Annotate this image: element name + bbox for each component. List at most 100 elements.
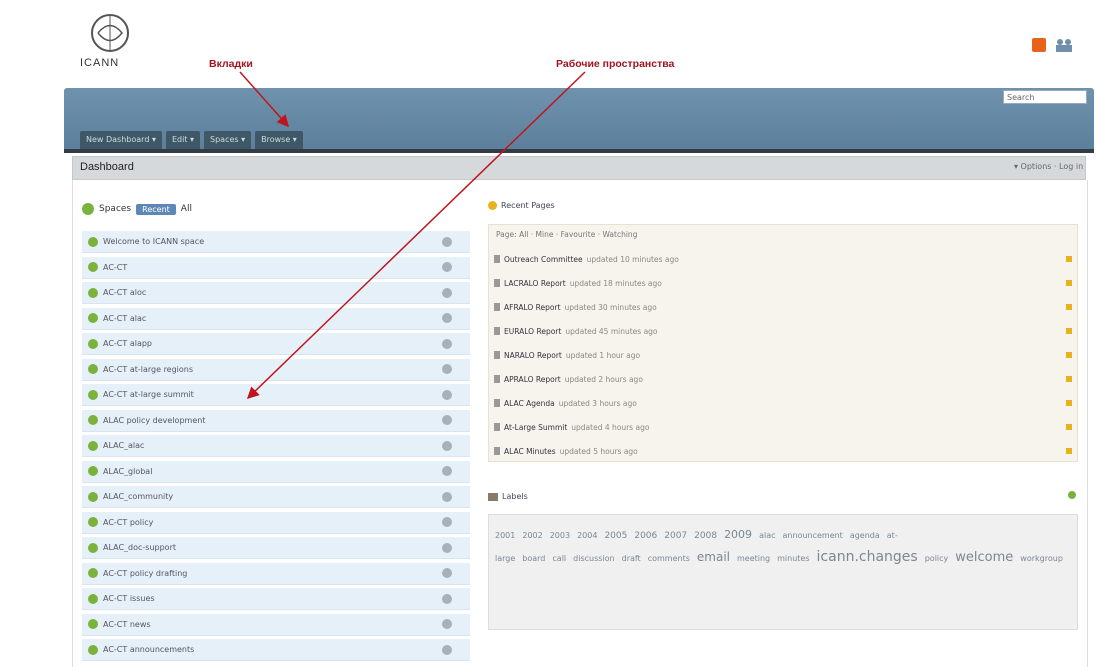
- label-tag[interactable]: meeting: [737, 554, 770, 563]
- space-row[interactable]: ALAC_alac: [82, 435, 470, 457]
- page-edit-icon[interactable]: [1066, 328, 1072, 334]
- page-row[interactable]: At-Large Summit updated 4 hours ago: [494, 416, 1072, 438]
- page-title[interactable]: APRALO Report: [504, 375, 561, 384]
- page-edit-icon[interactable]: [1066, 400, 1072, 406]
- page-row[interactable]: ALAC Minutes updated 5 hours ago: [494, 440, 1072, 462]
- label-tag[interactable]: 2004: [577, 531, 597, 540]
- space-row[interactable]: ALAC_community: [82, 486, 470, 508]
- space-row[interactable]: AC-CT alapp: [82, 333, 470, 355]
- label-tag[interactable]: 2008: [694, 531, 717, 541]
- search-input[interactable]: Search: [1003, 90, 1087, 104]
- label-tag[interactable]: call: [552, 554, 566, 563]
- space-settings-icon[interactable]: [442, 262, 452, 272]
- space-row[interactable]: AC-CT news: [82, 613, 470, 636]
- page-title[interactable]: ALAC Minutes: [504, 447, 556, 456]
- label-tag[interactable]: 2007: [664, 531, 687, 541]
- page-title[interactable]: EURALO Report: [504, 327, 561, 336]
- label-tag[interactable]: alac: [759, 531, 775, 540]
- space-row[interactable]: Welcome to ICANN space: [82, 231, 470, 253]
- label-tag[interactable]: email: [697, 550, 730, 564]
- space-label[interactable]: ALAC_doc-support: [103, 543, 442, 552]
- space-label[interactable]: ALAC policy development: [103, 416, 442, 425]
- space-row[interactable]: AC-CT issues: [82, 588, 470, 610]
- space-row[interactable]: AC-CT announcements: [82, 639, 470, 661]
- space-label[interactable]: AC-CT at-large regions: [103, 365, 442, 374]
- space-settings-icon[interactable]: [442, 364, 452, 374]
- page-edit-icon[interactable]: [1066, 448, 1072, 454]
- page-edit-icon[interactable]: [1066, 376, 1072, 382]
- label-tag[interactable]: 2009: [724, 528, 752, 541]
- tab-edit[interactable]: Edit ▾: [165, 131, 201, 149]
- rss-icon[interactable]: [1032, 38, 1046, 52]
- label-tag[interactable]: 2005: [604, 531, 627, 541]
- tab-browse[interactable]: Browse ▾: [255, 131, 303, 149]
- space-label[interactable]: AC-CT aloc: [103, 288, 442, 297]
- label-tag[interactable]: welcome: [955, 550, 1013, 565]
- space-label[interactable]: ALAC_alac: [103, 441, 442, 450]
- space-label[interactable]: AC-CT news: [103, 620, 442, 629]
- label-tag[interactable]: policy: [925, 554, 949, 563]
- space-label[interactable]: AC-CT announcements: [103, 645, 442, 654]
- label-tag[interactable]: 2006: [634, 531, 657, 541]
- space-label[interactable]: Welcome to ICANN space: [103, 237, 442, 246]
- pages-filter[interactable]: Page: All · Mine · Favourite · Watching: [496, 230, 637, 239]
- label-tag[interactable]: workgroup: [1020, 554, 1063, 563]
- label-tag[interactable]: agenda: [850, 531, 880, 540]
- space-row[interactable]: AC-CT at-large summit: [82, 384, 470, 406]
- label-tag[interactable]: 2003: [550, 531, 570, 540]
- space-row[interactable]: AC-CT policy: [82, 511, 470, 534]
- dashboard-options[interactable]: ▾ Options · Log in: [1014, 162, 1083, 171]
- page-title[interactable]: AFRALO Report: [504, 303, 561, 312]
- space-row[interactable]: AC-CT aloc: [82, 282, 470, 304]
- space-row[interactable]: AC-CT: [82, 256, 470, 279]
- page-row[interactable]: LACRALO Report updated 18 minutes ago: [494, 272, 1072, 294]
- space-settings-icon[interactable]: [442, 338, 452, 349]
- space-label[interactable]: AC-CT at-large summit: [103, 390, 442, 399]
- add-label-icon[interactable]: [1068, 491, 1076, 499]
- space-settings-icon[interactable]: [442, 568, 452, 578]
- space-row[interactable]: AC-CT policy drafting: [82, 562, 470, 585]
- space-settings-icon[interactable]: [442, 415, 452, 425]
- label-tag[interactable]: 2001: [495, 531, 515, 540]
- page-row[interactable]: NARALO Report updated 1 hour ago: [494, 344, 1072, 366]
- page-row[interactable]: AFRALO Report updated 30 minutes ago: [494, 296, 1072, 318]
- page-edit-icon[interactable]: [1066, 352, 1072, 358]
- tab-spaces[interactable]: Spaces ▾: [204, 131, 252, 149]
- page-edit-icon[interactable]: [1066, 280, 1072, 286]
- space-settings-icon[interactable]: [442, 236, 452, 247]
- space-row[interactable]: ALAC_global: [82, 460, 470, 483]
- space-settings-icon[interactable]: [442, 287, 452, 298]
- page-row[interactable]: ALAC Agenda updated 3 hours ago: [494, 392, 1072, 414]
- page-title[interactable]: NARALO Report: [504, 351, 562, 360]
- space-row[interactable]: ALAC policy development: [82, 409, 470, 432]
- space-settings-icon[interactable]: [442, 619, 452, 629]
- space-row[interactable]: ALAC_doc-support: [82, 537, 470, 559]
- label-tag[interactable]: discussion: [573, 554, 614, 563]
- space-label[interactable]: AC-CT alac: [103, 314, 442, 323]
- space-settings-icon[interactable]: [442, 593, 452, 604]
- people-icon[interactable]: [1054, 38, 1074, 52]
- space-settings-icon[interactable]: [442, 542, 452, 553]
- page-edit-icon[interactable]: [1066, 256, 1072, 262]
- space-settings-icon[interactable]: [442, 313, 452, 323]
- page-title[interactable]: ALAC Agenda: [504, 399, 555, 408]
- space-settings-icon[interactable]: [442, 644, 452, 655]
- label-tag[interactable]: board: [522, 554, 545, 563]
- space-label[interactable]: ALAC_community: [103, 492, 442, 501]
- page-edit-icon[interactable]: [1066, 304, 1072, 310]
- space-label[interactable]: AC-CT issues: [103, 594, 442, 603]
- page-row[interactable]: APRALO Report updated 2 hours ago: [494, 368, 1072, 390]
- space-label[interactable]: AC-CT alapp: [103, 339, 442, 348]
- label-tag[interactable]: icann.changes: [817, 549, 918, 565]
- page-title[interactable]: LACRALO Report: [504, 279, 566, 288]
- space-settings-icon[interactable]: [442, 440, 452, 451]
- label-tag[interactable]: announcement: [783, 531, 843, 540]
- space-settings-icon[interactable]: [442, 491, 452, 502]
- space-settings-icon[interactable]: [442, 389, 452, 400]
- page-title[interactable]: Outreach Committee: [504, 255, 583, 264]
- space-settings-icon[interactable]: [442, 466, 452, 476]
- page-row[interactable]: EURALO Report updated 45 minutes ago: [494, 320, 1072, 342]
- label-tag[interactable]: minutes: [777, 554, 809, 563]
- space-label[interactable]: AC-CT policy: [103, 518, 442, 527]
- space-settings-icon[interactable]: [442, 517, 452, 527]
